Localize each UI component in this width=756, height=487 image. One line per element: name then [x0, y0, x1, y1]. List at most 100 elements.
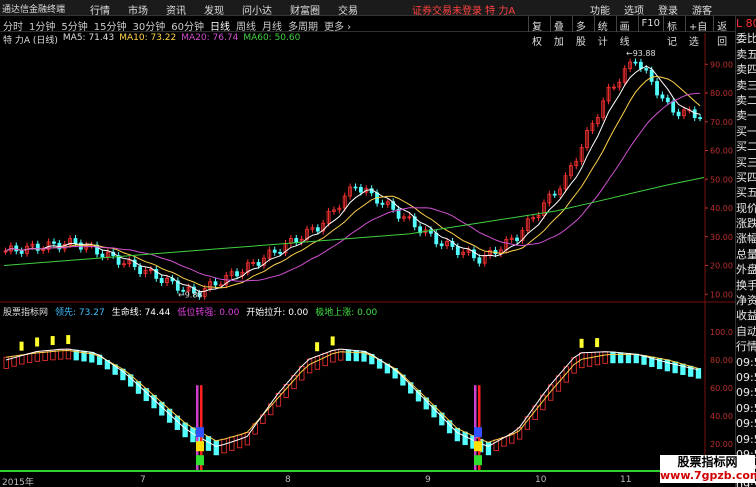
- sidebar-item[interactable]: 现价: [736, 201, 756, 216]
- signal-block-yellow: [474, 441, 482, 452]
- date-label: 7: [140, 475, 146, 485]
- sidebar-item[interactable]: 买五: [736, 185, 756, 200]
- price-tick-label: 10.00: [710, 290, 733, 299]
- indicator-bar: [213, 440, 219, 456]
- down-candle: [552, 193, 557, 196]
- sidebar-item[interactable]: 买三: [736, 155, 756, 170]
- sidebar-item[interactable]: 收益: [736, 308, 756, 323]
- down-candle: [278, 251, 283, 254]
- sidebar-item[interactable]: 换手: [736, 278, 756, 293]
- indicator-tick-label: 60.00: [710, 384, 733, 393]
- down-candle: [294, 237, 299, 243]
- indicator-bar: [485, 441, 492, 456]
- down-candle: [655, 81, 659, 96]
- date-label: 9: [425, 475, 431, 485]
- signal-block-green: [196, 455, 204, 466]
- sidebar-item[interactable]: 涨跌: [736, 216, 756, 231]
- kline-chart[interactable]: 90.00 80.00 70.00 60.00 50.00 40.00 30.00 20.00…: [0, 0, 735, 475]
- indicator-tick-label: 40.00: [710, 412, 733, 421]
- down-candle: [633, 61, 638, 64]
- sidebar-item[interactable]: 卖五: [736, 47, 756, 62]
- down-candle: [100, 253, 105, 258]
- signal-bar: [35, 337, 40, 347]
- date-label: 2015年: [2, 478, 34, 487]
- watermark: 股票指标网 www.7gpzb.com: [660, 455, 756, 483]
- indicator-bar: [338, 348, 344, 361]
- down-candle: [698, 117, 703, 120]
- sidebar-item[interactable]: 09:5: [736, 385, 756, 400]
- sidebar-item[interactable]: 外盘: [736, 262, 756, 277]
- watermark-title: 股票指标网: [677, 455, 738, 469]
- sidebar-item[interactable]: 09:5: [736, 432, 756, 447]
- signal-block-yellow: [196, 441, 204, 452]
- sidebar-item[interactable]: 总量: [736, 247, 756, 262]
- price-tick-label: 90.00: [710, 60, 733, 69]
- date-label: 8: [285, 475, 291, 485]
- sidebar-item[interactable]: 自动: [736, 324, 756, 339]
- sidebar-item[interactable]: 卖三: [736, 78, 756, 93]
- sidebar-item[interactable]: 净资: [736, 293, 756, 308]
- down-candle: [380, 202, 385, 205]
- sidebar-item[interactable]: 09:5: [736, 401, 756, 416]
- indicator-bar: [586, 352, 593, 367]
- down-candle: [676, 111, 681, 117]
- down-candle: [73, 238, 78, 244]
- indicator-bar: [672, 361, 678, 374]
- indicator-tick-label: 100.0: [710, 328, 733, 337]
- price-tick-label: 70.00: [710, 118, 733, 127]
- signal-bar: [19, 341, 24, 351]
- down-candle: [671, 101, 676, 113]
- quote-sidebar: L 8000委比卖五卖四卖三卖二卖一买一买二买三买四买五现价涨跌涨幅总量外盘换手…: [735, 16, 756, 487]
- indicator-bar: [462, 431, 468, 446]
- down-candle: [235, 271, 239, 277]
- indicator-bar: [602, 351, 608, 364]
- indicator-bar: [345, 349, 352, 361]
- indicator-tick-label: 20.00: [710, 440, 733, 449]
- sidebar-item[interactable]: 卖一: [736, 108, 756, 123]
- down-candle: [665, 97, 670, 103]
- sidebar-item[interactable]: 买一: [736, 124, 756, 139]
- sidebar-item[interactable]: 涨幅: [736, 231, 756, 246]
- down-candle: [439, 243, 444, 247]
- signal-block-blue: [196, 427, 204, 438]
- signal-bar: [595, 338, 600, 348]
- signal-block-blue: [474, 427, 482, 438]
- indicator-bar: [314, 355, 321, 370]
- down-candle: [19, 250, 24, 254]
- down-candle: [644, 68, 649, 71]
- sidebar-item[interactable]: 卖二: [736, 93, 756, 108]
- sidebar-item[interactable]: 行情: [736, 339, 756, 354]
- signal-block-green: [474, 455, 482, 466]
- sidebar-item[interactable]: 委比: [736, 31, 756, 46]
- indicator-bar: [330, 350, 336, 363]
- price-tick-label: 60.00: [710, 147, 733, 156]
- date-label: 10: [535, 475, 547, 485]
- down-candle: [159, 278, 164, 284]
- signal-bar: [50, 336, 55, 346]
- high-annotation: ←93.88: [626, 49, 656, 58]
- down-candle: [358, 186, 363, 193]
- indicator-bar: [610, 351, 616, 364]
- sidebar-item[interactable]: 卖四: [736, 62, 756, 77]
- signal-bar: [579, 338, 584, 348]
- indicator-bar: [633, 353, 639, 364]
- down-candle: [14, 245, 19, 252]
- date-label: 11: [620, 475, 632, 485]
- down-candle: [272, 249, 277, 253]
- price-tick-label: 20.00: [710, 262, 733, 271]
- indicator-bar: [516, 427, 523, 440]
- signal-bar: [66, 335, 71, 345]
- sidebar-item[interactable]: 09:5: [736, 370, 756, 385]
- sidebar-item[interactable]: 09:5: [736, 416, 756, 431]
- down-candle: [78, 242, 83, 250]
- sidebar-item[interactable]: 买二: [736, 139, 756, 154]
- indicator-bar: [454, 427, 461, 442]
- signal-bar: [330, 336, 335, 346]
- down-candle: [213, 281, 218, 286]
- indicator-bar: [3, 356, 9, 369]
- indicator-bar: [221, 438, 227, 454]
- price-tick-label: 30.00: [710, 233, 733, 242]
- sidebar-item[interactable]: 买四: [736, 170, 756, 185]
- down-candle: [315, 227, 320, 232]
- sidebar-item[interactable]: 09:5: [736, 355, 756, 370]
